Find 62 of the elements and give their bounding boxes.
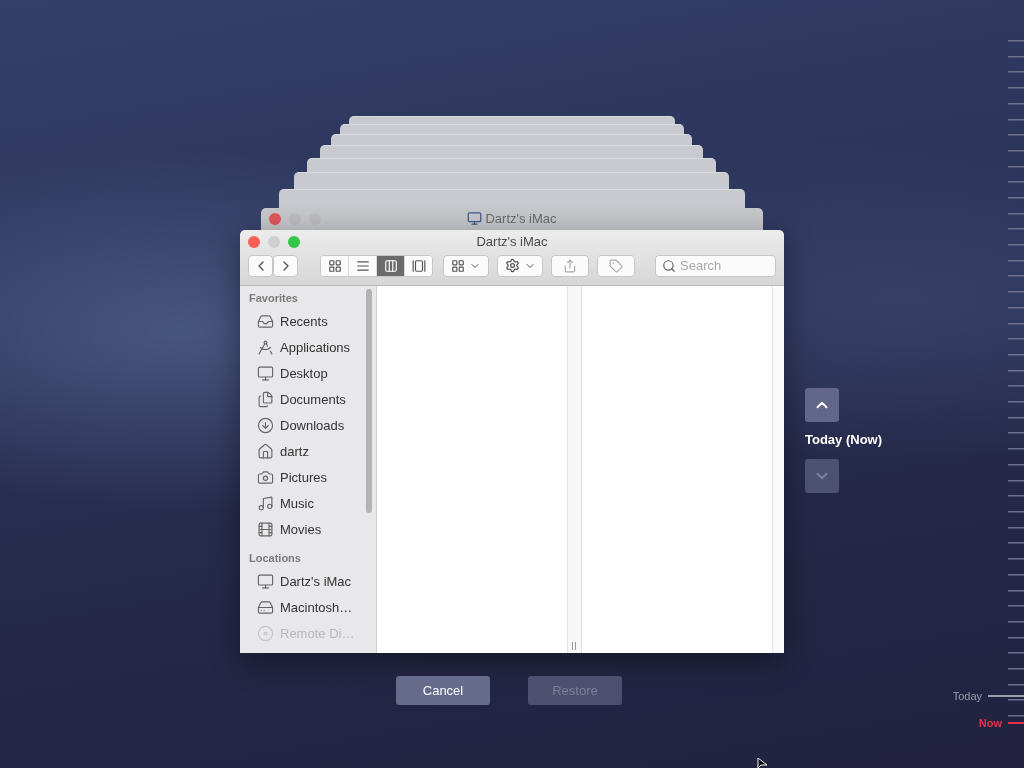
share-button[interactable]	[551, 254, 589, 277]
sidebar-item[interactable]: Downloads	[249, 412, 376, 438]
group-button[interactable]	[443, 254, 489, 277]
sidebar-item[interactable]: Documents	[249, 386, 376, 412]
sidebar-item[interactable]: Music	[249, 490, 376, 516]
sidebar-item[interactable]: dartz	[249, 438, 376, 464]
sidebar-heading: Favorites	[249, 292, 299, 306]
settings-icon	[504, 258, 520, 273]
window-title: Dartz's iMac	[485, 211, 557, 226]
column-view-icon	[383, 258, 398, 273]
sidebar-item[interactable]: Recents	[249, 308, 376, 334]
monitor-icon	[257, 364, 274, 382]
timeline-marker	[1008, 722, 1024, 724]
cancel-button[interactable]: Cancel	[396, 676, 490, 705]
close-button[interactable]	[269, 213, 281, 225]
resize-handle-icon[interactable]	[572, 642, 577, 650]
sidebar-item[interactable]: Desktop	[249, 360, 376, 386]
timeline-marker	[988, 695, 1024, 697]
timeline-label[interactable]: Today	[952, 690, 982, 702]
sidebar-heading: Locations	[249, 552, 302, 566]
hard-drive-icon	[257, 598, 274, 616]
camera-icon	[257, 468, 274, 486]
files-icon	[257, 390, 274, 408]
sidebar-item[interactable]: Movies	[249, 516, 376, 542]
icon-view-icon	[327, 258, 342, 273]
sidebar-item[interactable]: Macintosh…	[249, 594, 376, 620]
search-icon	[662, 258, 676, 273]
window-title: Dartz's iMac	[476, 234, 548, 249]
gallery-view-icon	[411, 258, 426, 273]
monitor-icon	[467, 211, 483, 226]
close-button[interactable]	[248, 235, 260, 248]
search-field[interactable]: Search	[655, 254, 776, 277]
action-button[interactable]	[497, 254, 543, 277]
monitor-icon	[257, 572, 274, 590]
scrollbar-thumb[interactable]	[366, 289, 372, 513]
sidebar-item[interactable]: Pictures	[249, 464, 376, 490]
home-icon	[257, 442, 274, 460]
earlier-button[interactable]	[805, 388, 839, 422]
timeline-label[interactable]: Now	[978, 717, 1002, 729]
share-icon	[563, 258, 577, 273]
film-icon	[257, 520, 274, 538]
compass-icon	[257, 338, 274, 356]
inbox-icon	[257, 312, 274, 330]
cursor-icon	[757, 758, 768, 768]
disc-icon	[257, 624, 274, 642]
forward-button[interactable]	[273, 254, 298, 277]
list-view-icon	[355, 258, 370, 273]
view-mode-control[interactable]	[320, 254, 433, 277]
icon-view-button[interactable]	[321, 255, 349, 276]
minimize-button[interactable]	[268, 235, 280, 248]
tag-icon	[609, 258, 623, 273]
sidebar-item[interactable]: Applications	[249, 334, 376, 360]
tag-button[interactable]	[597, 254, 635, 277]
grid-icon	[451, 258, 465, 273]
back-button[interactable]	[248, 254, 273, 277]
date-label: Today (Now)	[805, 432, 883, 447]
sidebar-item[interactable]: Dartz's iMac	[249, 568, 376, 594]
column-view-button[interactable]	[377, 255, 405, 276]
search-input[interactable]: Search	[680, 258, 760, 273]
music-note-icon	[257, 494, 274, 512]
download-icon	[257, 416, 274, 434]
zoom-button[interactable]	[288, 235, 300, 248]
